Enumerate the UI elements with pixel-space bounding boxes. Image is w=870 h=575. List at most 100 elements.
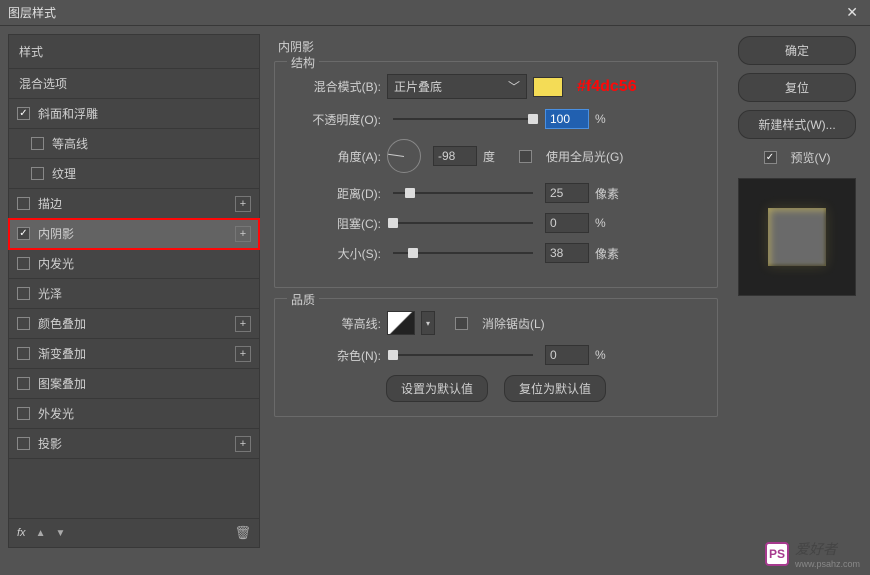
noise-input[interactable]: 0 (545, 345, 589, 365)
style-checkbox[interactable] (31, 167, 44, 180)
sidebar-item-8[interactable]: 渐变叠加+ (9, 339, 259, 369)
sidebar-item-5[interactable]: 内发光 (9, 249, 259, 279)
add-effect-icon[interactable]: + (235, 436, 251, 452)
distance-label: 距离(D): (289, 185, 381, 202)
blend-options[interactable]: 混合选项 (9, 69, 259, 99)
style-checkbox[interactable] (17, 197, 30, 210)
choke-slider[interactable] (393, 222, 533, 224)
styles-sidebar: 样式 混合选项 斜面和浮雕等高线纹理描边+内阴影+内发光光泽颜色叠加+渐变叠加+… (8, 34, 260, 548)
window-title: 图层样式 (8, 4, 842, 21)
preview-checkbox[interactable] (764, 151, 777, 164)
color-swatch[interactable] (533, 77, 563, 97)
new-style-button[interactable]: 新建样式(W)... (738, 110, 856, 139)
preview-box (738, 178, 856, 296)
watermark-sub: www.psahz.com (795, 559, 860, 569)
sidebar-item-3[interactable]: 描边+ (9, 189, 259, 219)
sidebar-item-0[interactable]: 斜面和浮雕 (9, 99, 259, 129)
style-checkbox[interactable] (31, 137, 44, 150)
angle-label: 角度(A): (289, 148, 381, 165)
global-light-checkbox[interactable] (519, 150, 532, 163)
arrow-down-icon[interactable]: ▼ (55, 528, 65, 539)
antialias-checkbox[interactable] (455, 317, 468, 330)
angle-dial[interactable] (387, 139, 421, 173)
add-effect-icon[interactable]: + (235, 226, 251, 242)
blend-mode-value: 正片叠底 (394, 78, 442, 95)
distance-unit: 像素 (595, 185, 625, 202)
blend-mode-label: 混合模式(B): (289, 78, 381, 95)
angle-input[interactable]: -98 (433, 146, 477, 166)
style-checkbox[interactable] (17, 107, 30, 120)
style-label: 斜面和浮雕 (38, 105, 251, 122)
style-checkbox[interactable] (17, 227, 30, 240)
set-default-button[interactable]: 设置为默认值 (386, 375, 488, 402)
distance-input[interactable]: 25 (545, 183, 589, 203)
add-effect-icon[interactable]: + (235, 196, 251, 212)
angle-unit: 度 (483, 148, 513, 165)
noise-slider[interactable] (393, 354, 533, 356)
style-label: 纹理 (52, 165, 251, 182)
noise-label: 杂色(N): (289, 347, 381, 364)
sidebar-item-11[interactable]: 投影+ (9, 429, 259, 459)
contour-label: 等高线: (289, 315, 381, 332)
color-annotation: #f4dc56 (577, 78, 637, 96)
global-light-label: 使用全局光(G) (546, 148, 623, 165)
distance-slider[interactable] (393, 192, 533, 194)
sidebar-item-6[interactable]: 光泽 (9, 279, 259, 309)
size-input[interactable]: 38 (545, 243, 589, 263)
right-column: 确定 复位 新建样式(W)... 预览(V) (732, 34, 862, 548)
structure-group: 结构 混合模式(B): 正片叠底 ﹀ #f4dc56 不透明度(O): 100 … (274, 61, 718, 288)
watermark: PS 爱好者 www.psahz.com (765, 539, 860, 569)
watermark-text: 爱好者 (795, 539, 860, 559)
style-label: 投影 (38, 435, 235, 452)
size-label: 大小(S): (289, 245, 381, 262)
opacity-slider[interactable] (393, 118, 533, 120)
style-label: 内发光 (38, 255, 251, 272)
style-checkbox[interactable] (17, 317, 30, 330)
sidebar-item-9[interactable]: 图案叠加 (9, 369, 259, 399)
style-checkbox[interactable] (17, 407, 30, 420)
opacity-label: 不透明度(O): (289, 111, 381, 128)
sidebar-item-4[interactable]: 内阴影+ (9, 219, 259, 249)
watermark-badge: PS (765, 542, 789, 566)
size-slider[interactable] (393, 252, 533, 254)
style-checkbox[interactable] (17, 377, 30, 390)
chevron-down-icon: ﹀ (508, 78, 520, 95)
size-unit: 像素 (595, 245, 625, 262)
preview-label: 预览(V) (791, 149, 831, 166)
opacity-unit: % (595, 112, 625, 126)
style-checkbox[interactable] (17, 257, 30, 270)
settings-content: 内阴影 结构 混合模式(B): 正片叠底 ﹀ #f4dc56 不透明度(O): … (268, 34, 724, 548)
style-label: 光泽 (38, 285, 251, 302)
choke-input[interactable]: 0 (545, 213, 589, 233)
contour-picker[interactable] (387, 311, 415, 335)
style-label: 内阴影 (38, 225, 235, 242)
add-effect-icon[interactable]: + (235, 316, 251, 332)
style-checkbox[interactable] (17, 287, 30, 300)
style-label: 外发光 (38, 405, 251, 422)
opacity-input[interactable]: 100 (545, 109, 589, 129)
sidebar-item-1[interactable]: 等高线 (9, 129, 259, 159)
quality-group: 品质 等高线: ▾ 消除锯齿(L) 杂色(N): 0 % 设置为默认值 复位为默… (274, 298, 718, 417)
add-effect-icon[interactable]: + (235, 346, 251, 362)
sidebar-item-2[interactable]: 纹理 (9, 159, 259, 189)
sidebar-item-10[interactable]: 外发光 (9, 399, 259, 429)
close-icon[interactable]: ✕ (842, 4, 862, 21)
arrow-up-icon[interactable]: ▲ (36, 528, 46, 539)
trash-icon[interactable]: 🗑 (234, 525, 251, 541)
blend-mode-select[interactable]: 正片叠底 ﹀ (387, 74, 527, 99)
ok-button[interactable]: 确定 (738, 36, 856, 65)
sidebar-item-7[interactable]: 颜色叠加+ (9, 309, 259, 339)
style-checkbox[interactable] (17, 347, 30, 360)
structure-title: 结构 (287, 54, 319, 71)
cancel-button[interactable]: 复位 (738, 73, 856, 102)
reset-default-button[interactable]: 复位为默认值 (504, 375, 606, 402)
choke-label: 阻塞(C): (289, 215, 381, 232)
style-checkbox[interactable] (17, 437, 30, 450)
panel-title: 内阴影 (274, 38, 718, 55)
noise-unit: % (595, 348, 625, 362)
fx-icon[interactable]: fx (17, 527, 26, 539)
sidebar-header: 样式 (9, 35, 259, 69)
contour-dropdown[interactable]: ▾ (421, 311, 435, 335)
antialias-label: 消除锯齿(L) (482, 315, 545, 332)
style-label: 颜色叠加 (38, 315, 235, 332)
